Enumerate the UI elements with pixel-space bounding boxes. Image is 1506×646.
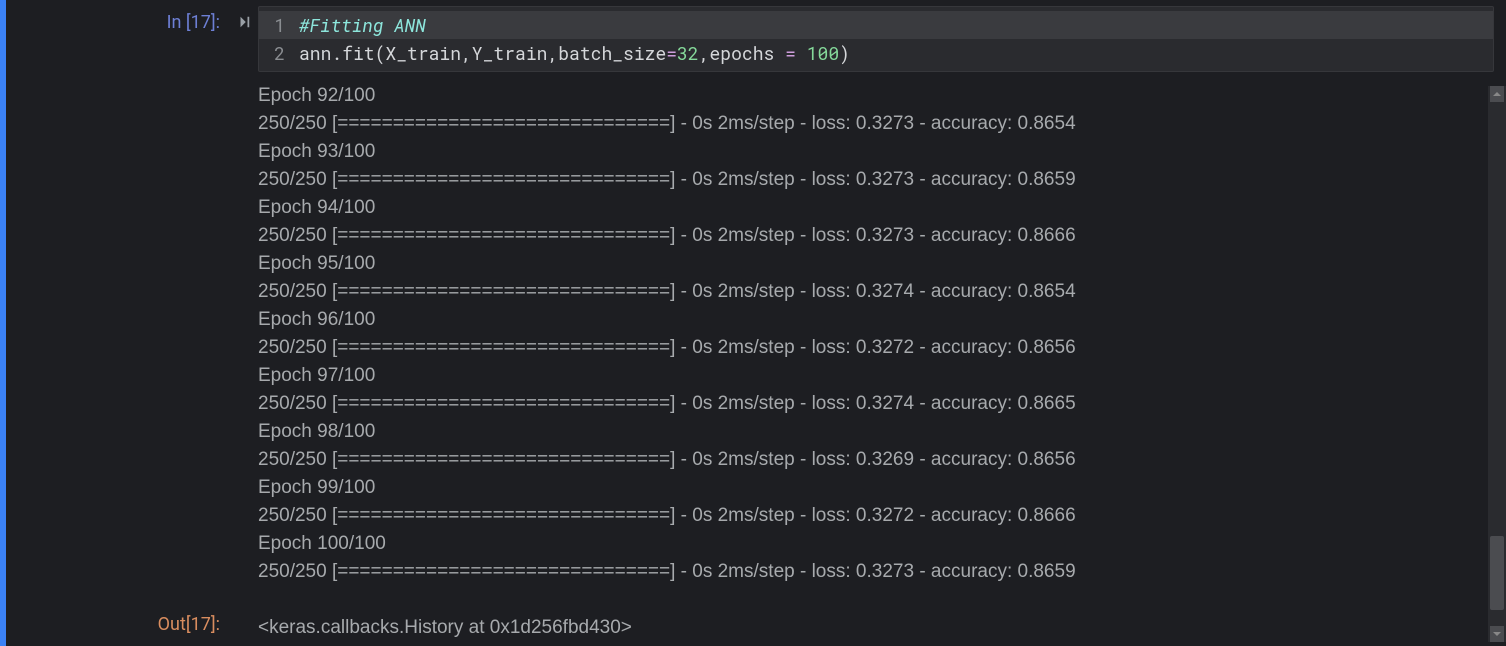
output-prompt: Out[17]: xyxy=(10,614,230,635)
scroll-up-button[interactable] xyxy=(1490,86,1504,102)
stdout-line: 250/250 [==============================]… xyxy=(258,390,1494,418)
stdout-line: Epoch 93/100 xyxy=(258,138,1494,166)
code-token: 100 xyxy=(807,41,839,65)
spacer xyxy=(10,78,230,600)
code-comment: #Fitting ANN xyxy=(299,13,426,37)
code-token: ann.fit(X_train,Y_train,batch_size xyxy=(299,41,666,65)
notebook-cell: In [17]: 1 #Fitting ANN 2 ann.fit(X_trai… xyxy=(0,0,1506,646)
line-number: 1 xyxy=(259,11,299,39)
stdout-line: 250/250 [==============================]… xyxy=(258,502,1494,530)
stdout-line: 250/250 [==============================]… xyxy=(258,278,1494,306)
scroll-down-button[interactable] xyxy=(1490,626,1504,642)
spacer xyxy=(230,78,258,600)
stdout-line: 250/250 [==============================]… xyxy=(258,334,1494,362)
in-prompt-label: In [17]: xyxy=(167,12,220,33)
stdout-line: Epoch 97/100 xyxy=(258,362,1494,390)
code-editor[interactable]: 1 #Fitting ANN 2 ann.fit(X_train,Y_train… xyxy=(258,6,1494,72)
stdout-line: Epoch 99/100 xyxy=(258,474,1494,502)
stdout-output: Epoch 92/100250/250 [===================… xyxy=(258,78,1506,600)
code-token: 32 xyxy=(677,41,699,65)
stdout-line: Epoch 98/100 xyxy=(258,418,1494,446)
scrollbar-thumb[interactable] xyxy=(1490,536,1504,610)
output-scrollbar[interactable] xyxy=(1488,86,1506,642)
run-cell-icon xyxy=(237,14,251,33)
code-line[interactable]: 1 #Fitting ANN xyxy=(259,11,1493,39)
stdout-line: Epoch 92/100 xyxy=(258,82,1494,110)
stdout-line: 250/250 [==============================]… xyxy=(258,110,1494,138)
stdout-line: Epoch 94/100 xyxy=(258,194,1494,222)
run-cell-button[interactable] xyxy=(230,0,258,78)
stdout-line: Epoch 96/100 xyxy=(258,306,1494,334)
code-token: = xyxy=(785,41,807,65)
input-prompt: In [17]: xyxy=(10,0,230,78)
stdout-line: 250/250 [==============================]… xyxy=(258,222,1494,250)
code-token: = xyxy=(666,41,677,65)
stdout-line: Epoch 100/100 xyxy=(258,530,1494,558)
stdout-line: 250/250 [==============================]… xyxy=(258,446,1494,474)
stdout-line: Epoch 95/100 xyxy=(258,250,1494,278)
stdout-line: 250/250 [==============================]… xyxy=(258,166,1494,194)
stdout-line: 250/250 [==============================]… xyxy=(258,558,1494,586)
line-number: 2 xyxy=(259,39,299,67)
execution-result: <keras.callbacks.History at 0x1d256fbd43… xyxy=(258,614,1506,646)
code-token: ,epochs xyxy=(699,41,785,65)
code-token: ) xyxy=(839,41,850,65)
out-prompt-label: Out[17]: xyxy=(158,614,220,635)
spacer xyxy=(230,614,258,628)
code-line[interactable]: 2 ann.fit(X_train,Y_train,batch_size=32,… xyxy=(259,39,1493,67)
